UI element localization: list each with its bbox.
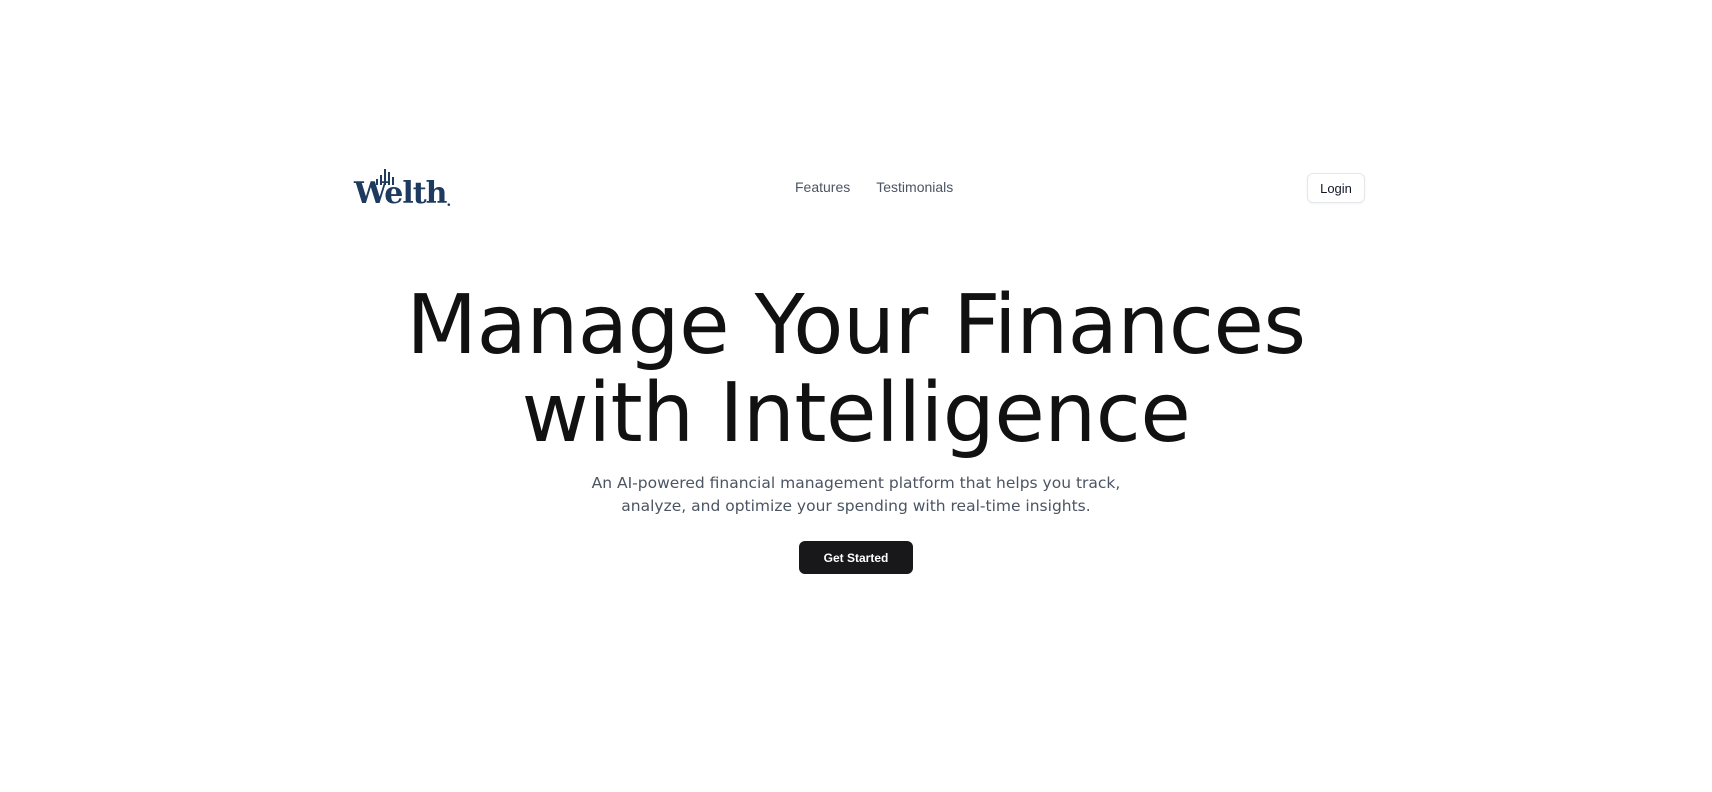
site-header: Welth. Features Testimonials Login: [350, 163, 1365, 213]
nav-link-features[interactable]: Features: [795, 179, 850, 195]
hero-title-line-2: with Intelligence: [521, 366, 1191, 461]
logo-wordmark: Welth: [354, 176, 447, 211]
hero-section: Manage Your Finances with Intelligence A…: [0, 282, 1712, 574]
logo-dot: .: [446, 194, 451, 210]
landing-page: Welth. Features Testimonials Login Manag…: [0, 0, 1712, 792]
nav-link-testimonials[interactable]: Testimonials: [876, 179, 953, 195]
hero-title: Manage Your Finances with Intelligence: [0, 282, 1712, 458]
brand-logo[interactable]: Welth.: [354, 169, 451, 211]
hero-title-line-1: Manage Your Finances: [406, 278, 1306, 373]
main-nav: Features Testimonials: [795, 179, 953, 195]
hero-subtitle: An AI-powered financial management platf…: [591, 474, 1121, 515]
login-button[interactable]: Login: [1307, 173, 1365, 203]
get-started-button[interactable]: Get Started: [799, 541, 913, 574]
